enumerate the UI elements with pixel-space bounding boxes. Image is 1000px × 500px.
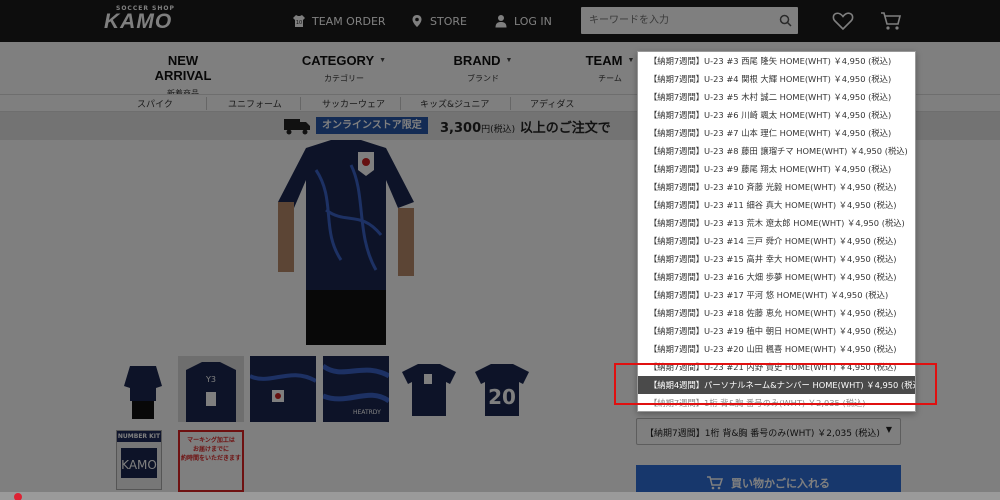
dropdown-option[interactable]: 【納期7週間】U-23 #19 植中 朝日 HOME(WHT) ￥4,950 (… — [638, 322, 915, 340]
dropdown-option[interactable]: 【納期7週間】U-23 #17 平河 悠 HOME(WHT) ￥4,950 (税… — [638, 286, 915, 304]
dropdown-option[interactable]: 【納期7週間】U-23 #7 山本 理仁 HOME(WHT) ￥4,950 (税… — [638, 124, 915, 142]
highlight-box — [614, 363, 937, 405]
dropdown-option[interactable]: 【納期7週間】U-23 #14 三戸 舜介 HOME(WHT) ￥4,950 (… — [638, 232, 915, 250]
dropdown-option[interactable]: 【納期7週間】U-23 #4 関根 大輝 HOME(WHT) ￥4,950 (税… — [638, 70, 915, 88]
dropdown-option[interactable]: 【納期7週間】U-23 #15 高井 幸大 HOME(WHT) ￥4,950 (… — [638, 250, 915, 268]
dropdown-option[interactable]: 【納期7週間】U-23 #16 大畑 歩夢 HOME(WHT) ￥4,950 (… — [638, 268, 915, 286]
dropdown-option[interactable]: 【納期7週間】U-23 #10 斉藤 光毅 HOME(WHT) ￥4,950 (… — [638, 178, 915, 196]
dropdown-option[interactable]: 【納期7週間】U-23 #11 細谷 真大 HOME(WHT) ￥4,950 (… — [638, 196, 915, 214]
marking-options-dropdown[interactable]: 【納期7週間】U-23 #3 西尾 隆矢 HOME(WHT) ￥4,950 (税… — [637, 51, 916, 412]
dropdown-option[interactable]: 【納期7週間】U-23 #20 山田 楓喜 HOME(WHT) ￥4,950 (… — [638, 340, 915, 358]
dropdown-option[interactable]: 【納期7週間】U-23 #5 木村 誠二 HOME(WHT) ￥4,950 (税… — [638, 88, 915, 106]
dropdown-option[interactable]: 【納期7週間】U-23 #9 藤尾 翔太 HOME(WHT) ￥4,950 (税… — [638, 160, 915, 178]
dropdown-option[interactable]: 【納期7週間】U-23 #18 佐藤 恵允 HOME(WHT) ￥4,950 (… — [638, 304, 915, 322]
browser-taskbar — [0, 492, 1000, 500]
dropdown-option[interactable]: 【納期7週間】U-23 #6 川崎 颯太 HOME(WHT) ￥4,950 (税… — [638, 106, 915, 124]
dropdown-option[interactable]: 【納期7週間】U-23 #13 荒木 遼太郎 HOME(WHT) ￥4,950 … — [638, 214, 915, 232]
record-icon — [14, 493, 22, 500]
dropdown-option[interactable]: 【納期7週間】U-23 #8 藤田 譲瑠チマ HOME(WHT) ￥4,950 … — [638, 142, 915, 160]
dropdown-option[interactable]: 【納期7週間】U-23 #3 西尾 隆矢 HOME(WHT) ￥4,950 (税… — [638, 52, 915, 70]
